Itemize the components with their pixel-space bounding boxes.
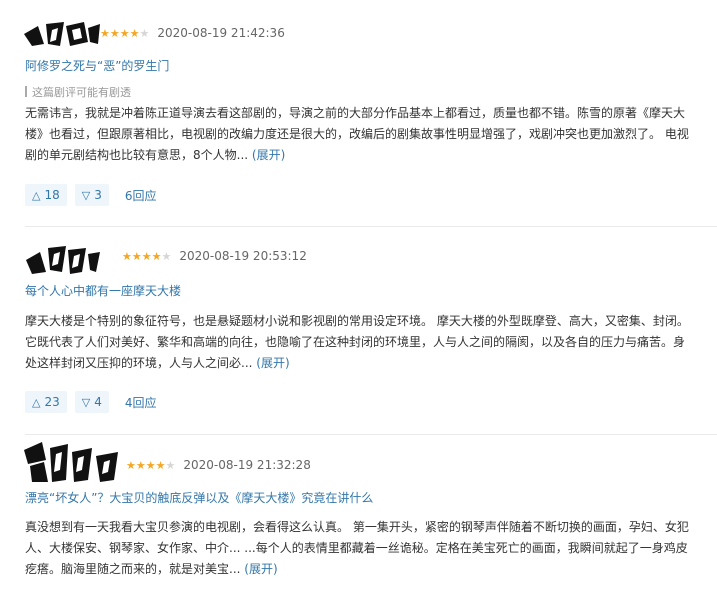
upvote-count: 18 bbox=[44, 188, 60, 202]
star-icon: ★ bbox=[151, 249, 162, 263]
expand-link[interactable]: (展开) bbox=[256, 356, 289, 370]
spoiler-warning: 这篇剧评可能有剧透 bbox=[25, 84, 131, 100]
downvote-button[interactable]: ▽ 3 bbox=[74, 184, 109, 206]
star-icon: ★ bbox=[155, 458, 166, 472]
upvote-button[interactable]: △ 23 bbox=[25, 391, 67, 413]
review-body: 摩天大楼是个特别的象征符号，也是悬疑题材小说和影视剧的常用设定环境。 摩天大楼的… bbox=[25, 314, 689, 370]
star-icon: ★ bbox=[100, 26, 110, 40]
review-excerpt: 无需讳言，我就是冲着陈正道导演去看这部剧的，导演之前的大部分作品基本上都看过，质… bbox=[25, 103, 695, 166]
star-icon: ★ bbox=[141, 249, 152, 263]
expand-link[interactable]: (展开) bbox=[252, 148, 285, 162]
review-date: 2020-08-19 21:42:36 bbox=[157, 26, 285, 40]
review-date: 2020-08-19 20:53:12 bbox=[179, 249, 307, 263]
divider bbox=[25, 226, 717, 227]
downvote-button[interactable]: ▽ 4 bbox=[74, 391, 109, 413]
rating-stars: ★ ★ ★ ★ ★ bbox=[126, 460, 175, 471]
review-title-link[interactable]: 漂亮“坏女人”？大宝贝的触底反弹以及《摩天大楼》究竟在讲什么 bbox=[25, 489, 373, 506]
review-body: 真没想到有一天我看大宝贝参演的电视剧，会看得这么认真。 第一集开头，紧密的钢琴声… bbox=[25, 520, 689, 576]
up-triangle-icon: △ bbox=[32, 188, 41, 202]
up-triangle-icon: △ bbox=[32, 395, 41, 409]
upvote-count: 23 bbox=[44, 395, 60, 409]
down-triangle-icon: ▽ bbox=[81, 395, 91, 409]
star-icon: ★ bbox=[129, 26, 140, 40]
review-title-link[interactable]: 每个人心中都有一座摩天大楼 bbox=[25, 282, 181, 299]
star-icon: ★ bbox=[119, 26, 130, 40]
divider bbox=[25, 434, 717, 435]
star-icon: ★ bbox=[122, 249, 132, 263]
star-icon: ★ bbox=[131, 249, 142, 263]
expand-link[interactable]: (展开) bbox=[244, 562, 277, 576]
star-icon: ★ bbox=[135, 458, 146, 472]
reply-link[interactable]: 4回应 bbox=[125, 394, 157, 411]
avatar[interactable] bbox=[22, 440, 126, 484]
avatar[interactable] bbox=[22, 20, 102, 48]
review-date: 2020-08-19 21:32:28 bbox=[183, 458, 311, 472]
downvote-count: 4 bbox=[94, 395, 102, 409]
downvote-count: 3 bbox=[94, 188, 102, 202]
star-icon: ★ bbox=[161, 249, 172, 263]
rating-stars: ★ ★ ★ ★ ★ bbox=[122, 251, 171, 262]
reply-link[interactable]: 6回应 bbox=[125, 187, 157, 204]
star-icon: ★ bbox=[126, 458, 136, 472]
star-icon: ★ bbox=[145, 458, 156, 472]
star-icon: ★ bbox=[139, 26, 150, 40]
star-icon: ★ bbox=[109, 26, 120, 40]
spoiler-text: 这篇剧评可能有剧透 bbox=[32, 86, 131, 99]
review-excerpt: 摩天大楼是个特别的象征符号，也是悬疑题材小说和影视剧的常用设定环境。 摩天大楼的… bbox=[25, 311, 695, 374]
spoiler-bar bbox=[25, 86, 27, 97]
upvote-button[interactable]: △ 18 bbox=[25, 184, 67, 206]
star-icon: ★ bbox=[165, 458, 176, 472]
down-triangle-icon: ▽ bbox=[81, 188, 91, 202]
review-excerpt: 真没想到有一天我看大宝贝参演的电视剧，会看得这么认真。 第一集开头，紧密的钢琴声… bbox=[25, 517, 695, 580]
rating-stars: ★ ★ ★ ★ ★ bbox=[100, 28, 149, 39]
review-body: 无需讳言，我就是冲着陈正道导演去看这部剧的，导演之前的大部分作品基本上都看过，质… bbox=[25, 106, 689, 162]
review-title-link[interactable]: 阿修罗之死与“恶”的罗生门 bbox=[25, 57, 169, 74]
avatar[interactable] bbox=[22, 242, 102, 276]
